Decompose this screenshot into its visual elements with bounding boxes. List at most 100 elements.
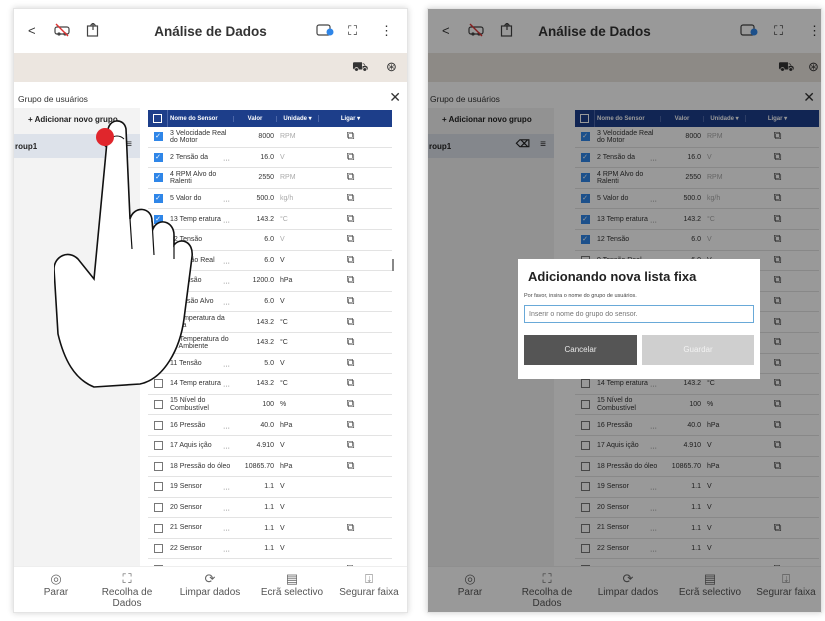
graph-toggle-icon[interactable]: ⧉ xyxy=(319,233,382,246)
sensor-unit: V xyxy=(280,298,285,306)
row-checkbox[interactable] xyxy=(148,415,168,435)
sensor-unit: kg/h xyxy=(280,195,294,203)
sensor-value: 1.1 xyxy=(264,503,274,511)
row-checkbox[interactable] xyxy=(148,436,168,456)
more-icon[interactable]: ⋮ xyxy=(380,23,393,39)
graph-toggle-icon[interactable]: ⧉ xyxy=(319,398,382,411)
touch-marker xyxy=(96,128,114,146)
scrollbar[interactable] xyxy=(392,259,394,271)
more-dots-icon[interactable]: ··· xyxy=(223,363,230,370)
graph-toggle-icon[interactable]: ⧉ xyxy=(319,171,382,184)
more-dots-icon[interactable]: ··· xyxy=(223,280,230,287)
graph-toggle-icon[interactable]: ⧉ xyxy=(319,419,382,432)
connection-icon[interactable] xyxy=(316,23,334,41)
graph-toggle-icon[interactable]: ⧉ xyxy=(319,522,382,535)
sensor-unit: V xyxy=(280,236,285,244)
sensor-unit: V xyxy=(280,442,285,450)
more-dots-icon[interactable]: ··· xyxy=(223,198,230,205)
hold-icon: ⍗ xyxy=(365,571,373,586)
save-button[interactable]: Guardar xyxy=(642,335,754,365)
table-row[interactable]: 21 Sensor ··· 1.1 V ⧉ xyxy=(148,518,392,539)
data-capture-button[interactable]: ⛶ Recolha de Dados xyxy=(94,571,160,609)
row-checkbox[interactable] xyxy=(148,477,168,497)
table-row[interactable]: 16 Pressão ··· 40.0 hPa ⧉ xyxy=(148,415,392,436)
sensor-unit: hPa xyxy=(280,462,293,470)
dialog-title: Adicionando nova lista fixa xyxy=(528,269,697,284)
sensor-value: 16.0 xyxy=(260,153,274,161)
sensor-unit: V xyxy=(280,256,285,264)
sensor-unit: °C xyxy=(280,215,288,223)
screen-before: < Análise de Dados ⛶ ⋮ ⛟ ⊛ Grupo de usuá… xyxy=(13,8,408,613)
more-dots-icon[interactable]: ··· xyxy=(223,383,230,390)
more-dots-icon[interactable]: ··· xyxy=(223,507,230,514)
table-row[interactable]: 20 Sensor ··· 1.1 V xyxy=(148,498,392,519)
tap-gesture-hand-icon xyxy=(54,120,193,388)
sensor-value: 6.0 xyxy=(264,256,274,264)
graph-toggle-icon[interactable]: ⧉ xyxy=(319,274,382,287)
col-toggle[interactable]: Ligar ▾ xyxy=(319,115,382,122)
table-row[interactable]: 15 Nível do Combustível 100% ⧉ xyxy=(148,395,392,416)
graph-toggle-icon[interactable]: ⧉ xyxy=(319,439,382,452)
sensor-unit: °C xyxy=(280,339,288,347)
stop-button[interactable]: ◎ Parar xyxy=(36,571,76,598)
sensor-unit: V xyxy=(280,359,285,367)
settings-icon[interactable]: ⊛ xyxy=(386,59,397,75)
more-dots-icon[interactable]: ··· xyxy=(223,301,230,308)
sensor-unit: V xyxy=(280,153,285,161)
graph-toggle-icon[interactable]: ⧉ xyxy=(319,254,382,267)
hold-range-button[interactable]: ⍗ Segurar faixa xyxy=(330,571,407,598)
sensor-value: 100 xyxy=(262,401,274,409)
col-unit[interactable]: Unidade ▾ xyxy=(277,115,319,122)
more-dots-icon[interactable]: ··· xyxy=(223,219,230,226)
graph-toggle-icon[interactable]: ⧉ xyxy=(319,377,382,390)
more-dots-icon[interactable]: ··· xyxy=(223,425,230,432)
sensor-name: 19 Sensor ··· xyxy=(170,483,230,494)
add-list-dialog: Adicionando nova lista fixa Por favor, i… xyxy=(518,259,760,379)
graph-toggle-icon[interactable]: ⧉ xyxy=(319,316,382,329)
car-icon[interactable]: ⛟ xyxy=(352,59,368,77)
graph-toggle-icon[interactable]: ⧉ xyxy=(319,336,382,349)
table-row[interactable]: 19 Sensor ··· 1.1 V xyxy=(148,477,392,498)
sensor-value: 6.0 xyxy=(264,298,274,306)
bottom-nav: ◎ Parar ⛶ Recolha de Dados ⟳ Limpar dados ▤… xyxy=(14,566,407,612)
graph-toggle-icon[interactable]: ⧉ xyxy=(319,130,382,143)
more-dots-icon[interactable]: ··· xyxy=(223,260,230,267)
more-dots-icon[interactable]: ··· xyxy=(223,548,230,555)
more-dots-icon[interactable]: ··· xyxy=(223,445,230,452)
capture-icon[interactable]: ⛶ xyxy=(348,23,357,39)
row-checkbox[interactable] xyxy=(148,457,168,477)
clear-data-button[interactable]: ⟳ Limpar dados xyxy=(172,571,248,598)
top-bar: < Análise de Dados ⛶ ⋮ xyxy=(14,9,407,53)
toolbar-strip: ⛟ ⊛ xyxy=(14,53,407,82)
graph-toggle-icon[interactable]: ⧉ xyxy=(319,192,382,205)
sensor-value: 143.2 xyxy=(256,339,274,347)
graph-toggle-icon[interactable]: ⧉ xyxy=(319,460,382,473)
graph-toggle-icon[interactable]: ⧉ xyxy=(319,295,382,308)
graph-toggle-icon[interactable]: ⧉ xyxy=(319,151,382,164)
cancel-button[interactable]: Cancelar xyxy=(524,335,637,365)
more-dots-icon[interactable]: ··· xyxy=(223,527,230,534)
refresh-icon: ⟳ xyxy=(204,571,216,586)
close-icon[interactable]: ✕ xyxy=(389,89,401,106)
row-checkbox[interactable] xyxy=(148,518,168,538)
sensor-value: 1.1 xyxy=(264,483,274,491)
row-checkbox[interactable] xyxy=(148,539,168,559)
group-header: Grupo de usuários ✕ xyxy=(14,82,407,108)
more-dots-icon[interactable]: ··· xyxy=(223,486,230,493)
selective-screen-button[interactable]: ▤ Ecrã selectivo xyxy=(254,571,330,598)
sensor-value: 8000 xyxy=(258,133,274,141)
table-row[interactable]: 18 Pressão do óleo 10865.70 hPa ⧉ xyxy=(148,457,392,478)
sensor-value: 10865.70 xyxy=(244,462,274,470)
table-row[interactable]: 17 Aquis ição ··· 4.910 V ⧉ xyxy=(148,436,392,457)
graph-toggle-icon[interactable]: ⧉ xyxy=(319,357,382,370)
graph-toggle-icon[interactable]: ⧉ xyxy=(319,213,382,226)
sensor-name: 17 Aquis ição ··· xyxy=(170,442,230,453)
more-dots-icon[interactable]: ··· xyxy=(223,157,230,164)
table-row[interactable]: 22 Sensor ··· 1.1 V xyxy=(148,539,392,560)
row-checkbox[interactable] xyxy=(148,498,168,518)
group-name-input[interactable] xyxy=(524,305,754,323)
sensor-unit: °C xyxy=(280,318,288,326)
sensor-value: 1.1 xyxy=(264,524,274,532)
sensor-unit: V xyxy=(280,524,285,532)
row-checkbox[interactable] xyxy=(148,395,168,415)
